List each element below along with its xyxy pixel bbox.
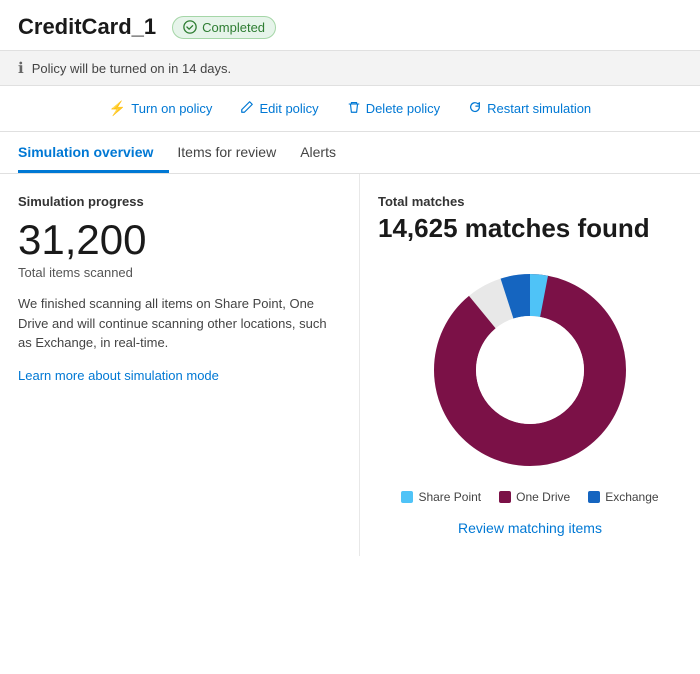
onedrive-color-dot [499, 491, 511, 503]
main-content: Simulation progress 31,200 Total items s… [0, 174, 700, 556]
legend-item-sharepoint: Share Point [401, 490, 481, 504]
review-matching-items-link[interactable]: Review matching items [378, 520, 682, 536]
policy-banner: ℹ Policy will be turned on in 14 days. [0, 50, 700, 86]
total-items-label: Total items scanned [18, 265, 341, 280]
page-title: CreditCard_1 [18, 14, 156, 40]
exchange-color-dot [588, 491, 600, 503]
onedrive-label: One Drive [516, 490, 570, 504]
status-label: Completed [202, 20, 265, 35]
toolbar: ⚡ Turn on policy Edit policy Delete poli… [0, 86, 700, 132]
donut-chart [420, 260, 640, 480]
turn-on-policy-button[interactable]: ⚡ Turn on policy [107, 96, 215, 121]
learn-more-link[interactable]: Learn more about simulation mode [18, 368, 219, 383]
tab-simulation-overview[interactable]: Simulation overview [18, 132, 169, 173]
edit-policy-button[interactable]: Edit policy [238, 96, 320, 121]
check-circle-icon [183, 20, 197, 34]
legend-item-onedrive: One Drive [499, 490, 570, 504]
page-header: CreditCard_1 Completed [0, 0, 700, 50]
edit-icon [240, 100, 254, 117]
tab-items-for-review[interactable]: Items for review [177, 132, 292, 173]
tabs-container: Simulation overview Items for review Ale… [0, 132, 700, 174]
banner-text: Policy will be turned on in 14 days. [32, 61, 231, 76]
left-panel: Simulation progress 31,200 Total items s… [0, 174, 360, 556]
sharepoint-label: Share Point [418, 490, 481, 504]
legend-item-exchange: Exchange [588, 490, 658, 504]
info-icon: ℹ [18, 59, 24, 77]
simulation-progress-label: Simulation progress [18, 194, 341, 209]
total-matches-label: Total matches [378, 194, 682, 209]
right-panel: Total matches 14,625 matches found [360, 174, 700, 556]
trash-icon [347, 100, 361, 117]
chart-container: Share Point One Drive Exchange [378, 260, 682, 504]
status-badge: Completed [172, 16, 276, 39]
description-text: We finished scanning all items on Share … [18, 294, 341, 353]
exchange-label: Exchange [605, 490, 658, 504]
matches-number: 14,625 matches found [378, 213, 682, 244]
restart-simulation-button[interactable]: Restart simulation [466, 96, 593, 121]
thunder-icon: ⚡ [109, 100, 126, 117]
sharepoint-color-dot [401, 491, 413, 503]
total-items-number: 31,200 [18, 217, 341, 263]
delete-policy-button[interactable]: Delete policy [345, 96, 442, 121]
tab-alerts[interactable]: Alerts [300, 132, 352, 173]
chart-legend: Share Point One Drive Exchange [401, 490, 658, 504]
refresh-icon [468, 100, 482, 117]
